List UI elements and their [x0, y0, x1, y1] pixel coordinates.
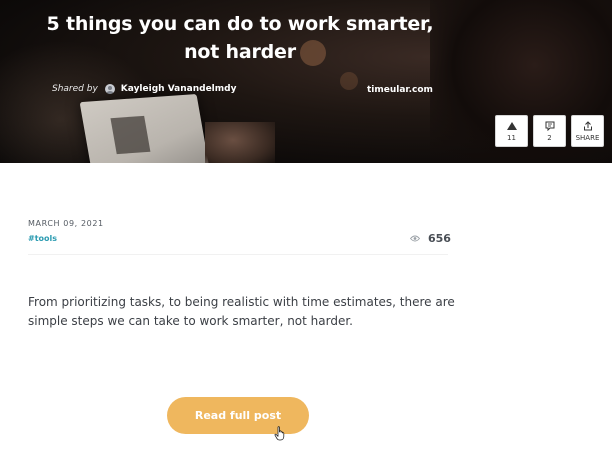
share-label: SHARE — [575, 133, 600, 142]
view-count: 656 — [410, 232, 451, 245]
source-link[interactable]: timeular.com — [367, 85, 433, 95]
hero-bokeh-light — [340, 72, 358, 90]
author-name[interactable]: Kayleigh Vanandelmdy — [121, 84, 237, 94]
hero-laptop-screen — [110, 115, 151, 155]
share-button[interactable]: SHARE — [571, 115, 604, 147]
avatar-icon — [104, 84, 115, 94]
post-actions: 11 2 SHARE — [495, 115, 604, 147]
eye-icon — [410, 235, 420, 243]
tag-link[interactable]: #tools — [28, 234, 57, 243]
upvote-count: 11 — [507, 133, 516, 142]
hero-hand-image — [205, 122, 275, 163]
view-count-value: 656 — [428, 232, 451, 245]
post-date: MARCH 09, 2021 — [28, 219, 104, 228]
share-icon — [582, 120, 594, 131]
shared-by-row: Shared by Kayleigh Vanandelmdy — [52, 84, 236, 94]
meta-divider — [28, 254, 448, 255]
hand-pointer-cursor-icon — [274, 426, 285, 441]
hero-laptop-image — [79, 93, 211, 163]
comment-icon — [544, 121, 556, 131]
post-excerpt: From prioritizing tasks, to being realis… — [28, 295, 455, 328]
triangle-up-icon — [506, 121, 518, 131]
hero-banner: 5 things you can do to work smarter, not… — [0, 0, 612, 163]
upvote-button[interactable]: 11 — [495, 115, 528, 147]
read-full-post-button[interactable]: Read full post — [167, 397, 309, 434]
comments-button[interactable]: 2 — [533, 115, 566, 147]
comments-count: 2 — [547, 133, 552, 142]
post-page: 5 things you can do to work smarter, not… — [0, 0, 612, 451]
shared-by-label: Shared by — [52, 84, 98, 94]
post-title: 5 things you can do to work smarter, not… — [46, 13, 434, 63]
